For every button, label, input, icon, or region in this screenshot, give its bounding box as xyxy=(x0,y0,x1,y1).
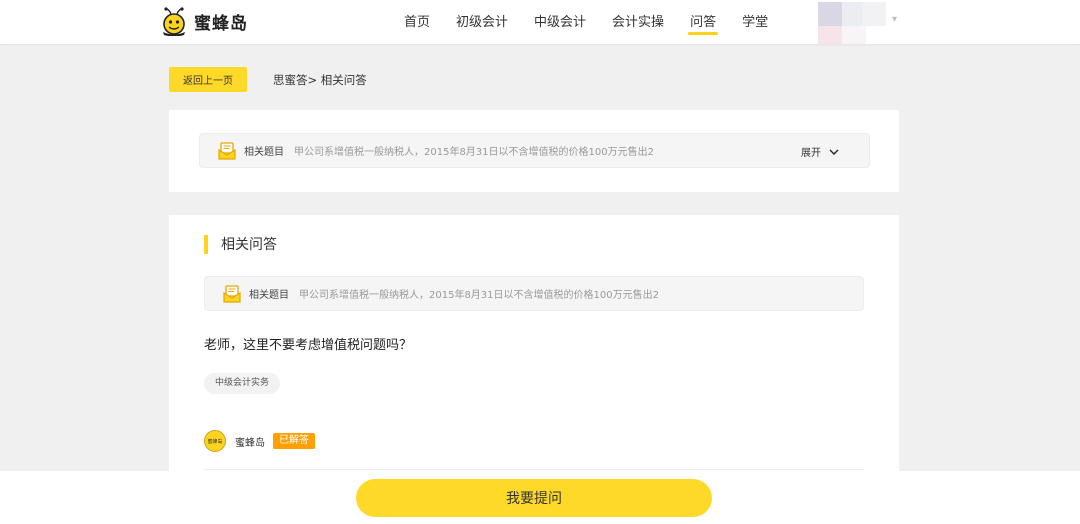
brand-logo[interactable]: 蜜蜂岛 xyxy=(160,6,248,37)
expand-label: 展开 xyxy=(801,148,821,159)
section-title-accent xyxy=(204,234,208,254)
chevron-down-icon xyxy=(829,149,839,155)
related-topic-bar[interactable]: 相关题目 甲公司系增值税一般纳税人，2015年8月31日以不含增值税的价格100… xyxy=(199,133,870,168)
bottom-action-bar: 我要提问 xyxy=(0,471,1080,524)
bee-logo-icon xyxy=(160,6,188,37)
user-menu-caret-icon[interactable]: ▾ xyxy=(892,14,897,25)
section-title: 相关问答 xyxy=(204,233,277,255)
document-envelope-icon xyxy=(223,284,241,303)
brand-name: 蜜蜂岛 xyxy=(194,13,248,34)
back-button[interactable]: 返回上一页 xyxy=(169,67,247,92)
nav-item-home[interactable]: 首页 xyxy=(404,0,430,44)
related-topic-text: 甲公司系增值税一般纳税人，2015年8月31日以不含增值税的价格100万元售出2 xyxy=(294,147,654,158)
question-text[interactable]: 老师，这里不要考虑增值税问题吗？ xyxy=(204,334,412,353)
qa-related-topic-bar[interactable]: 相关题目 甲公司系增值税一般纳税人，2015年8月31日以不含增值税的价格100… xyxy=(204,276,864,311)
topic-card: 相关题目 甲公司系增值税一般纳税人，2015年8月31日以不含增值税的价格100… xyxy=(169,110,899,192)
ask-question-button[interactable]: 我要提问 xyxy=(356,479,712,517)
section-title-text: 相关问答 xyxy=(221,237,277,253)
breadcrumb: 思蜜答> 相关问答 xyxy=(273,73,367,87)
qa-topic-text: 甲公司系增值税一般纳税人，2015年8月31日以不含增值税的价格100万元售出2 xyxy=(299,290,659,301)
expand-toggle[interactable]: 展开 xyxy=(801,144,839,159)
document-envelope-icon xyxy=(218,141,236,160)
nav-item-qa[interactable]: 问答 xyxy=(688,0,719,44)
answered-status-badge: 已解答 xyxy=(273,433,315,449)
answerer-avatar: 蜜蜂岛 xyxy=(204,430,226,452)
nav-item-intermediate-accounting[interactable]: 中级会计 xyxy=(534,0,586,44)
divider xyxy=(204,469,864,470)
top-header: 蜜蜂岛 首页 初级会计 中级会计 会计实操 问答 学堂 ▾ xyxy=(0,0,1080,44)
answerer-info: 蜜蜂岛 蜜蜂岛 已解答 xyxy=(204,430,315,452)
main-nav: 首页 初级会计 中级会计 会计实操 问答 学堂 xyxy=(404,0,794,44)
related-qa-card: 相关问答 相关题目 甲公司系增值税一般纳税人，2015年8月31日以不含增值税的… xyxy=(169,215,899,475)
nav-item-accounting-practice[interactable]: 会计实操 xyxy=(612,0,664,44)
user-avatar[interactable] xyxy=(818,2,888,44)
answerer-name: 蜜蜂岛 xyxy=(235,437,265,449)
qa-topic-label: 相关题目 xyxy=(249,290,289,301)
related-topic-label: 相关题目 xyxy=(244,147,284,158)
nav-item-junior-accounting[interactable]: 初级会计 xyxy=(456,0,508,44)
subject-tag[interactable]: 中级会计实务 xyxy=(204,373,281,394)
nav-item-academy[interactable]: 学堂 xyxy=(742,0,768,44)
